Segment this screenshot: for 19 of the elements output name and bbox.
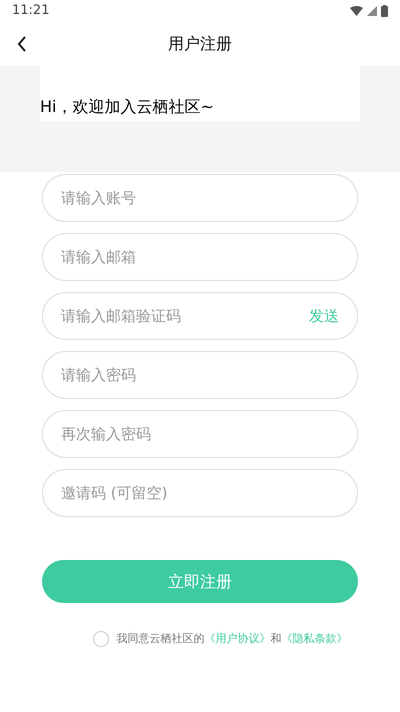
input-field[interactable]: 再次输入密码 [42, 410, 358, 458]
agree-checkbox[interactable] [92, 631, 108, 648]
input-field[interactable]: 请输入账号 [42, 174, 358, 222]
register-button[interactable]: 立即注册 [42, 560, 358, 603]
send-code-link[interactable]: 发送 [309, 304, 339, 328]
agreement-link[interactable]: 《隐私条款》 [282, 632, 348, 645]
back-icon [17, 36, 27, 52]
signal-icon [367, 6, 377, 16]
agreement-link[interactable]: 《用户协议》 [204, 632, 270, 645]
input-field[interactable]: 请输入邮箱验证码 发送 [42, 292, 358, 340]
agreement-text: 我同意云栖社区的《用户协议》和《隐私条款》 [116, 631, 348, 647]
wifi-icon [350, 6, 363, 16]
battery-icon [381, 5, 388, 17]
input-field[interactable]: 请输入邮箱 [42, 233, 358, 281]
input-field[interactable]: 请输入密码 [42, 351, 358, 399]
greeting-text: Hi，欢迎加入云栖社区~ [40, 96, 214, 118]
input-field[interactable]: 邀请码 (可留空) [42, 469, 358, 517]
status-time: 11:21 [12, 2, 50, 20]
page-title: 用户注册 [168, 33, 232, 55]
